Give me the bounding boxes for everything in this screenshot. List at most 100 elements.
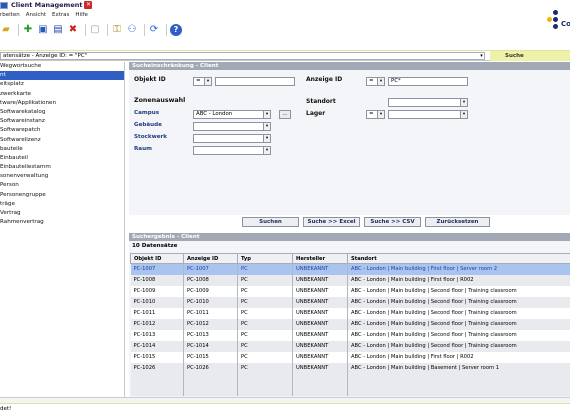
- copy-icon[interactable]: ▢: [89, 24, 101, 36]
- table-header-row: Objekt ID Anzeige ID Typ Hersteller Stan…: [130, 253, 570, 264]
- table-cell: PC-1014: [183, 340, 238, 352]
- lager-operator[interactable]: = ▾: [366, 110, 385, 119]
- table-row[interactable]: PC-1011 PC-1011 PC UNBEKANNT ABC - London | …: [130, 307, 570, 319]
- table-row[interactable]: PC-1012 PC-1012 PC UNBEKANNT ABC - London | …: [130, 318, 570, 330]
- anzeige-id-operator[interactable]: = ▾: [366, 77, 385, 86]
- operator-value: =: [369, 78, 374, 84]
- sidebar-item[interactable]: Personengruppe: [0, 191, 124, 200]
- column-header-hersteller[interactable]: Hersteller: [292, 253, 348, 264]
- sidebar-item[interactable]: zwerkkarte: [0, 90, 124, 99]
- stockwerk-select[interactable]: ▾: [193, 134, 271, 143]
- table-cell: UNBEKANNT: [292, 329, 348, 341]
- sidebar-item[interactable]: nt: [0, 71, 124, 81]
- empty-cell: [292, 373, 348, 385]
- sidebar-item[interactable]: Softwarelizenz: [0, 136, 124, 145]
- table-row[interactable]: PC-1014 PC-1014 PC UNBEKANNT ABC - London | …: [130, 340, 570, 352]
- toolbar: ▰ ✚ ▣ ▤ ✖ ▢ ⚿ ⚇ ⟳ ?: [0, 22, 520, 38]
- search-csv-button[interactable]: Suche >> CSV: [364, 217, 421, 227]
- refresh-icon[interactable]: ⟳: [148, 24, 160, 36]
- table-cell: PC: [237, 285, 293, 297]
- table-cell: PC-1007: [130, 263, 184, 275]
- table-row[interactable]: PC-1007 PC-1007 PC UNBEKANNT ABC - London | …: [130, 263, 570, 275]
- add-icon[interactable]: ✚: [22, 24, 34, 36]
- sidebar-item[interactable]: bauteile: [0, 145, 124, 154]
- table-row[interactable]: PC-1010 PC-1010 PC UNBEKANNT ABC - London | …: [130, 296, 570, 308]
- objekt-id-input[interactable]: [215, 77, 295, 86]
- sidebar-item[interactable]: sonenverwaltung: [0, 172, 124, 181]
- sidebar-item[interactable]: träge: [0, 200, 124, 209]
- gebaeude-select[interactable]: ▾: [193, 122, 271, 131]
- group-icon[interactable]: ⚇: [126, 24, 138, 36]
- campus-browse-button[interactable]: ...: [279, 110, 291, 119]
- sidebar-item[interactable]: Softwarepatch: [0, 126, 124, 135]
- table-cell: UNBEKANNT: [292, 274, 348, 286]
- reset-button[interactable]: Zurücksetzen: [425, 217, 490, 227]
- key-icon[interactable]: ⚿: [111, 24, 123, 36]
- table-cell: PC-1008: [130, 274, 184, 286]
- column-header-anzeige-id[interactable]: Anzeige ID: [183, 253, 238, 264]
- table-row[interactable]: PC-1013 PC-1013 PC UNBEKANNT ABC - London | …: [130, 329, 570, 341]
- table-row[interactable]: PC-1008 PC-1008 PC UNBEKANNT ABC - London | …: [130, 274, 570, 286]
- sidebar-item[interactable]: Rahmenvertrag: [0, 218, 124, 227]
- criteria-header: Sucheinschränkung - Client: [129, 62, 570, 70]
- search-excel-button[interactable]: Suche >> Excel: [303, 217, 360, 227]
- sidebar-item[interactable]: Einbauteil: [0, 154, 124, 163]
- table-cell: PC-1012: [130, 318, 184, 330]
- save-icon[interactable]: ▤: [52, 24, 64, 36]
- sidebar-item[interactable]: Softwareinstanz: [0, 117, 124, 126]
- toolbar-separator: [144, 24, 145, 36]
- close-icon[interactable]: ✕: [84, 1, 93, 9]
- table-cell: PC: [237, 263, 293, 275]
- toolbar-separator: [85, 24, 86, 36]
- company-logo: Co: [543, 8, 570, 32]
- lager-select[interactable]: ▾: [388, 110, 468, 119]
- search-button[interactable]: Suchen: [242, 217, 299, 227]
- empty-cell: [130, 384, 184, 396]
- objekt-id-label: Objekt ID: [134, 76, 166, 83]
- chevron-down-icon: ▾: [263, 147, 270, 154]
- column-header-objekt-id[interactable]: Objekt ID: [130, 253, 184, 264]
- table-cell: ABC - London | Main building | First flo…: [347, 263, 570, 275]
- result-count: 10 Datensätze: [132, 243, 178, 249]
- menu-item-bearbeiten[interactable]: rbeiten: [0, 12, 20, 20]
- window-tab[interactable]: Client Management ✕: [0, 0, 93, 10]
- sidebar-item[interactable]: Wegwortsuche: [0, 62, 124, 71]
- table-row[interactable]: PC-1026 PC-1026 PC UNBEKANNT ABC - London | …: [130, 362, 570, 374]
- status-bar: det!: [0, 403, 570, 414]
- sidebar-item[interactable]: tware/Applikationen: [0, 99, 124, 108]
- criteria-panel: Objekt ID = ▾ Anzeige ID = ▾ PC* Zonenausw…: [129, 70, 570, 215]
- help-icon[interactable]: ?: [170, 24, 182, 36]
- filter-summary-field[interactable]: atensätze - Anzeige ID: = "PC": [0, 52, 485, 60]
- table-cell: PC: [237, 362, 293, 374]
- campus-select[interactable]: ABC - London ▾: [193, 110, 271, 119]
- sidebar-item[interactable]: Vertrag: [0, 209, 124, 218]
- table-cell: UNBEKANNT: [292, 296, 348, 308]
- toolbar-separator: [166, 24, 167, 36]
- anzeige-id-input[interactable]: PC*: [388, 77, 468, 86]
- sidebar-item[interactable]: Person: [0, 181, 124, 190]
- chevron-down-icon: ▾: [263, 111, 270, 118]
- sidebar-item[interactable]: Softwarekatalog: [0, 108, 124, 117]
- menu-item-ansicht[interactable]: Ansicht: [26, 12, 46, 20]
- column-header-typ[interactable]: Typ: [237, 253, 293, 264]
- objekt-id-operator[interactable]: = ▾: [193, 77, 212, 86]
- chevron-down-icon[interactable]: ▾: [478, 52, 485, 60]
- sidebar-item[interactable]: eitsplatz: [0, 80, 124, 89]
- table-row[interactable]: PC-1009 PC-1009 PC UNBEKANNT ABC - London | …: [130, 285, 570, 297]
- table-row[interactable]: PC-1015 PC-1015 PC UNBEKANNT ABC - London | …: [130, 351, 570, 363]
- folder-icon[interactable]: ▰: [0, 24, 12, 36]
- raum-select[interactable]: ▾: [193, 146, 271, 155]
- raum-label: Raum: [134, 146, 152, 152]
- menu-item-hilfe[interactable]: Hilfe: [75, 12, 88, 20]
- edit-icon[interactable]: ▣: [37, 24, 49, 36]
- menu-item-extras[interactable]: Extras: [52, 12, 69, 20]
- column-header-standort[interactable]: Standort: [347, 253, 570, 264]
- search-tab[interactable]: Suche: [490, 51, 570, 61]
- sidebar-item[interactable]: Einbauteilestamm: [0, 163, 124, 172]
- standort-select[interactable]: ▾: [388, 98, 468, 107]
- table-cell: PC: [237, 296, 293, 308]
- delete-icon[interactable]: ✖: [67, 24, 79, 36]
- table-cell: UNBEKANNT: [292, 362, 348, 374]
- table-cell: PC-1012: [183, 318, 238, 330]
- chevron-down-icon: ▾: [460, 111, 467, 118]
